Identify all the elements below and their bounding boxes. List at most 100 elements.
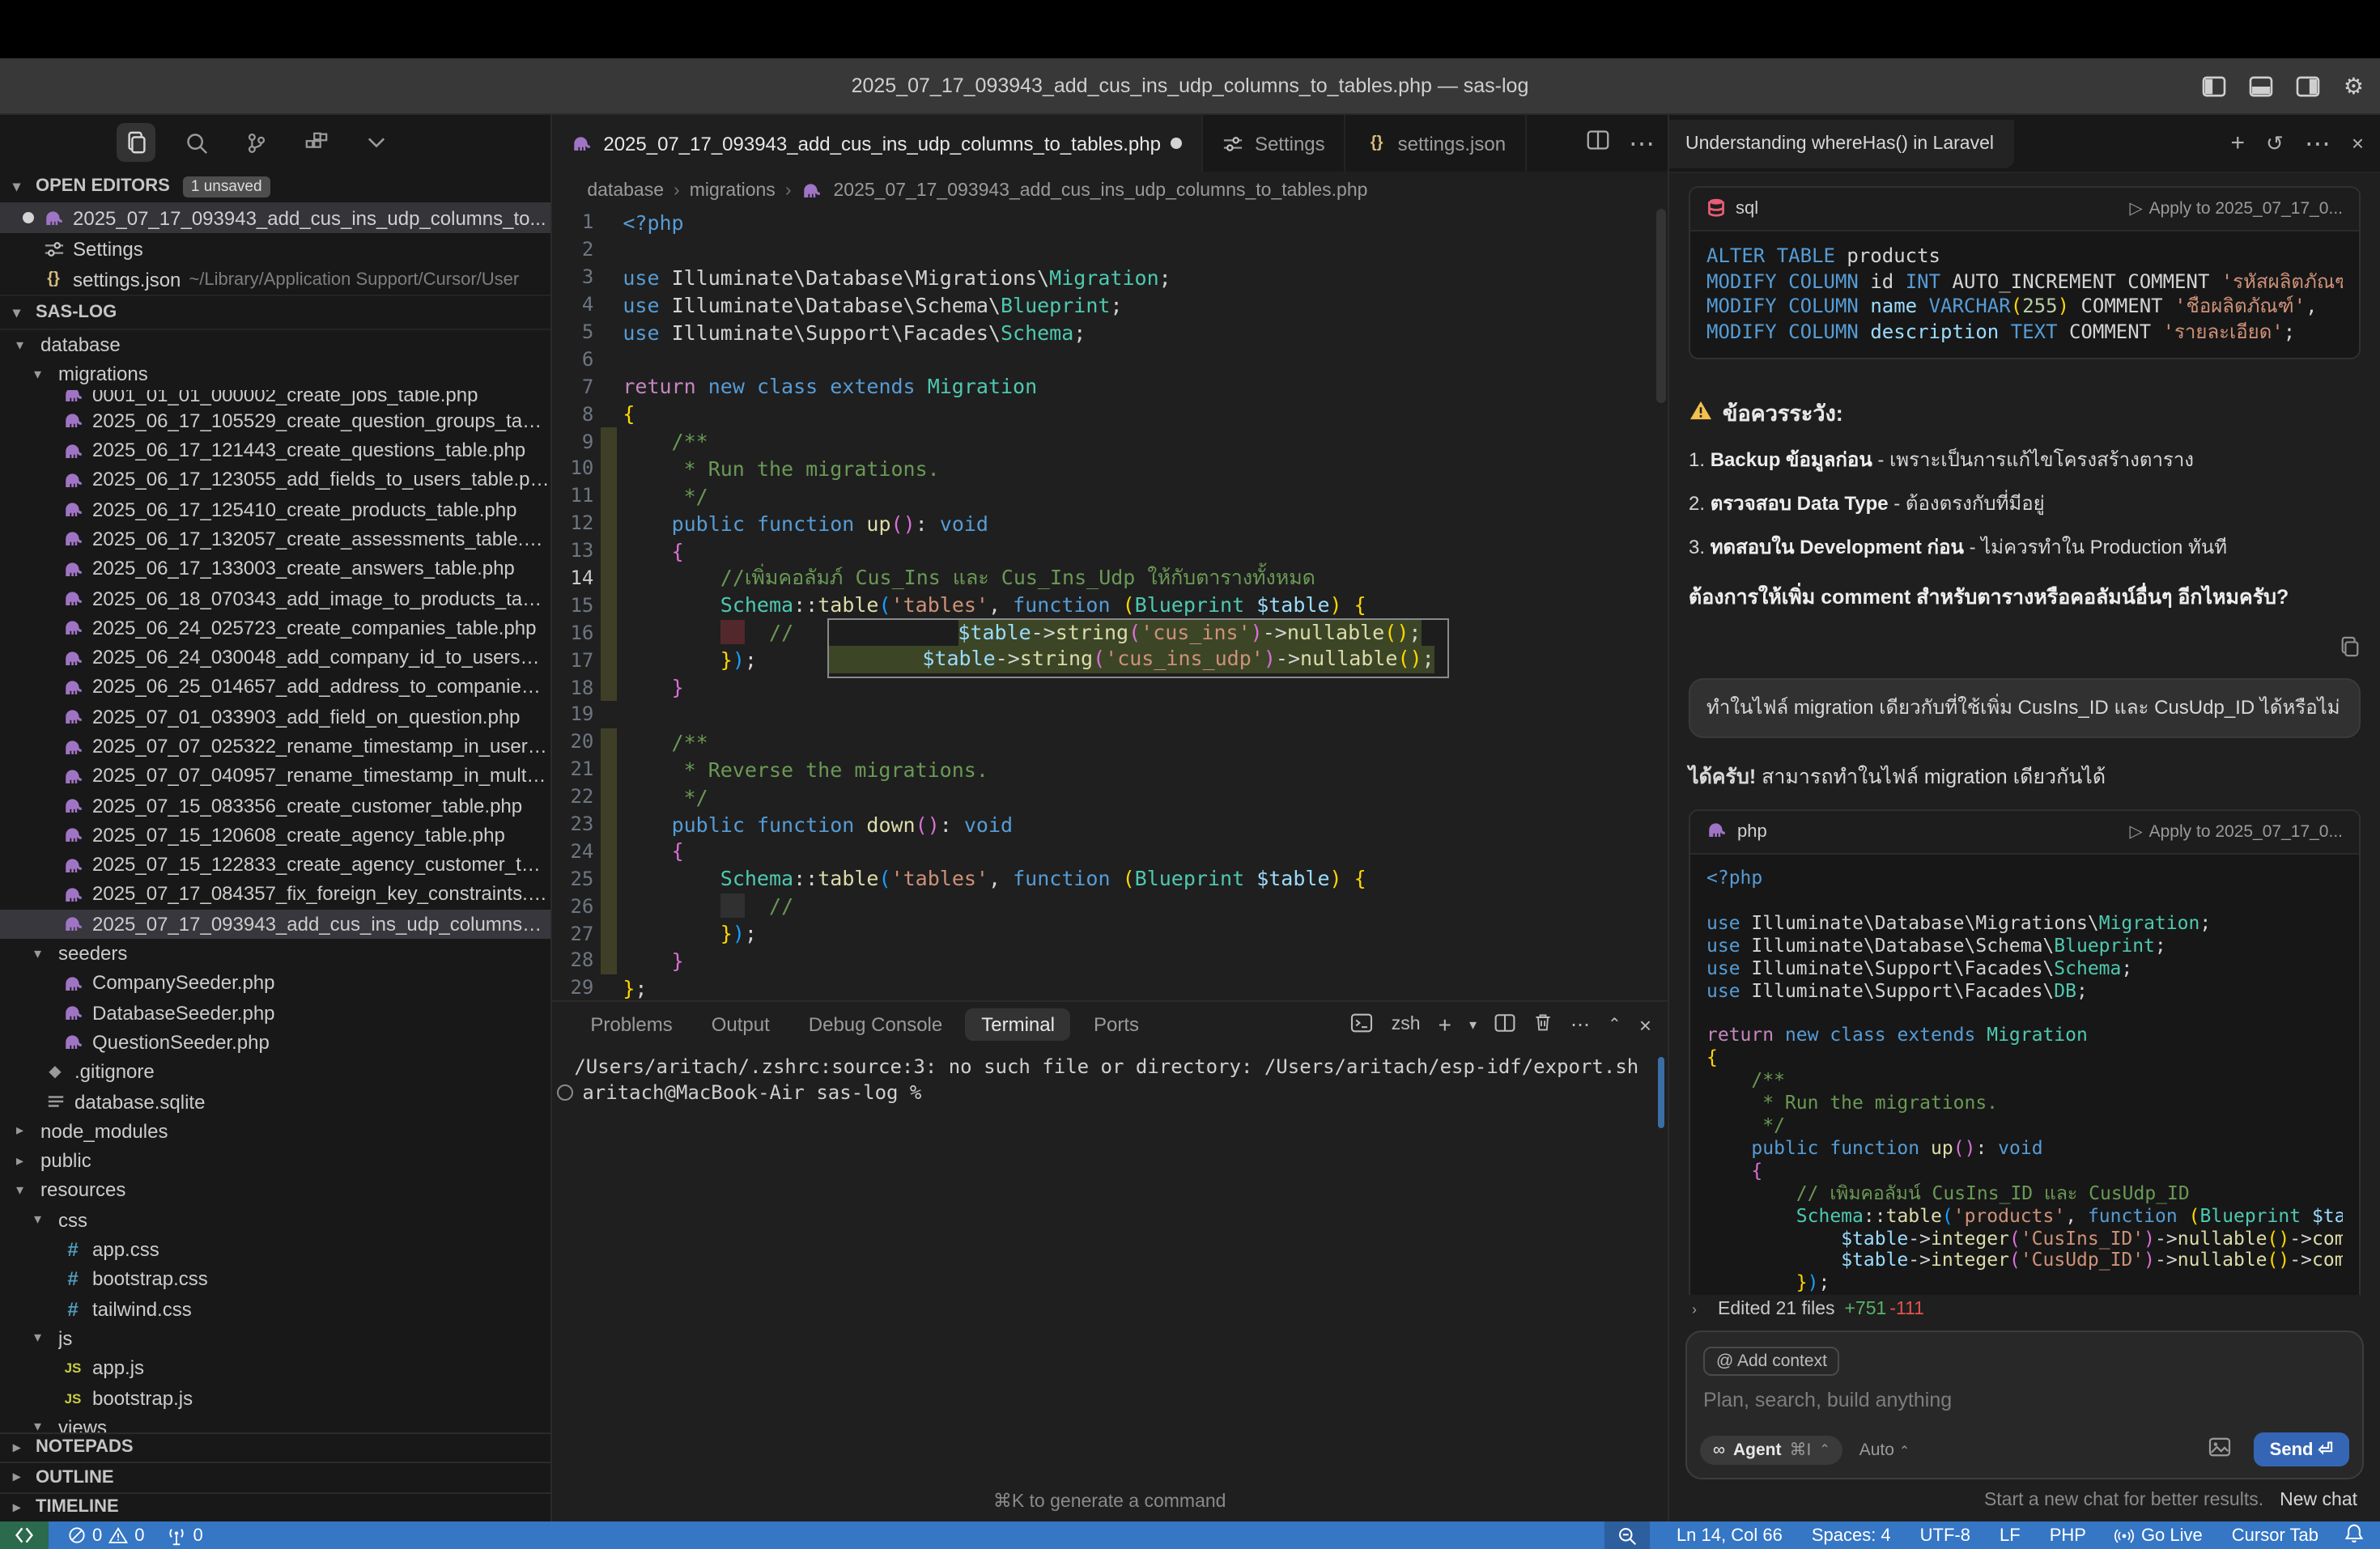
eol-sequence[interactable]: LF <box>1996 1521 2024 1549</box>
tree-file[interactable]: JSbootstrap.js <box>0 1383 550 1413</box>
code-line-29[interactable]: 29}; <box>551 974 1668 1000</box>
panel-tab-terminal[interactable]: Terminal <box>965 1008 1071 1041</box>
open-editors-header[interactable]: ▾ OPEN EDITORS 1 unsaved <box>0 170 550 202</box>
tree-file[interactable]: 2025_06_17_121443_create_questions_table… <box>0 435 550 465</box>
tree-file[interactable]: 2025_07_17_093943_add_cus_ins_udp_column… <box>0 909 550 939</box>
tree-file[interactable]: 2025_06_17_132057_create_assessments_tab… <box>0 524 550 554</box>
tree-file[interactable]: 2025_07_17_084357_fix_foreign_key_constr… <box>0 880 550 910</box>
code-line-7[interactable]: 7return new class extends Migration <box>551 373 1668 401</box>
cursor-tab-toggle[interactable]: Cursor Tab <box>2229 1521 2322 1549</box>
settings-gear-icon[interactable]: ⚙ <box>2344 72 2364 100</box>
maximize-panel-icon[interactable]: ⌃ <box>1608 1016 1621 1033</box>
code-line-8[interactable]: 8{ <box>551 400 1668 427</box>
tree-file[interactable]: 2025_06_24_025723_create_companies_table… <box>0 613 550 643</box>
section-header-notepads[interactable]: ▸NOTEPADS <box>0 1432 550 1462</box>
add-context-button[interactable]: @ Add context <box>1703 1347 1840 1376</box>
ai-inline-suggestion[interactable]: $table->string('cus_ins')->nullable();$t… <box>827 617 1448 679</box>
code-line-19[interactable]: 19 <box>551 701 1668 728</box>
remote-indicator[interactable] <box>0 1521 49 1549</box>
tree-file[interactable]: 0001_01_01_000002_create_jobs_table.php <box>0 389 550 405</box>
explorer-copy-icon[interactable] <box>117 123 155 162</box>
tree-folder-css[interactable]: ▾css <box>0 1205 550 1235</box>
breadcrumb-item[interactable]: migrations <box>690 180 776 200</box>
problems-indicator[interactable]: 0 0 <box>65 1521 148 1549</box>
search-icon[interactable] <box>176 123 215 162</box>
toggle-left-panel-icon[interactable] <box>2203 75 2227 96</box>
open-editor-item[interactable]: 2025_07_17_093943_add_cus_ins_udp_column… <box>0 202 550 233</box>
tree-file[interactable]: 2025_06_17_133003_create_answers_table.p… <box>0 554 550 584</box>
code-line-10[interactable]: 10 * Run the migrations. <box>551 455 1668 482</box>
source-control-icon[interactable] <box>236 123 275 162</box>
zoom-indicator-icon[interactable] <box>1605 1521 1651 1549</box>
new-chat-link[interactable]: New chat <box>2280 1491 2357 1510</box>
chat-messages[interactable]: sql ▷Apply to 2025_07_17_0... ALTER TABL… <box>1669 173 2380 1295</box>
model-selector[interactable]: Auto ⌃ <box>1859 1440 1910 1459</box>
tree-file[interactable]: 2025_06_25_014657_add_address_to_compani… <box>0 673 550 702</box>
close-panel-icon[interactable]: × <box>1639 1012 1651 1037</box>
code-line-21[interactable]: 21 * Reverse the migrations. <box>551 756 1668 783</box>
tree-file[interactable]: 2025_06_24_030048_add_company_id_to_user… <box>0 643 550 673</box>
close-chat-icon[interactable]: × <box>2352 131 2364 155</box>
kill-terminal-icon[interactable] <box>1533 1012 1553 1038</box>
editor-scrollbar[interactable] <box>1656 209 1666 403</box>
notifications-bell-icon[interactable] <box>2344 1522 2364 1548</box>
send-button[interactable]: Send ⏎ <box>2254 1432 2349 1466</box>
tree-file[interactable]: #bootstrap.css <box>0 1264 550 1294</box>
edited-files-row[interactable]: › Edited 21 files +751-111 <box>1669 1295 2380 1324</box>
open-editor-item[interactable]: Settings <box>0 233 550 264</box>
terminal-dropdown-icon[interactable]: ▾ <box>1469 1016 1477 1033</box>
chat-more-icon[interactable]: ⋯ <box>2305 127 2331 159</box>
tree-file[interactable]: 2025_06_17_125410_create_products_table.… <box>0 494 550 524</box>
code-line-2[interactable]: 2 <box>551 236 1668 264</box>
tree-file[interactable]: 2025_06_18_070343_add_image_to_products_… <box>0 584 550 613</box>
cursor-position[interactable]: Ln 14, Col 66 <box>1673 1521 1786 1549</box>
code-line-12[interactable]: 12 public function up(): void <box>551 510 1668 537</box>
tree-folder-database[interactable]: ▾database <box>0 330 550 360</box>
code-line-20[interactable]: 20 /** <box>551 728 1668 756</box>
copy-icon[interactable] <box>2340 636 2361 665</box>
tree-file[interactable]: 2025_07_07_025322_rename_timestamp_in_us… <box>0 732 550 762</box>
code-editor[interactable]: 1<?php23use Illuminate\Database\Migratio… <box>551 209 1668 1000</box>
tree-file[interactable]: 2025_07_15_083356_create_customer_table.… <box>0 791 550 821</box>
chat-history-icon[interactable]: ↺ <box>2266 130 2284 156</box>
breadcrumb-item[interactable]: 2025_07_17_093943_add_cus_ins_udp_column… <box>834 180 1368 200</box>
code-line-24[interactable]: 24 { <box>551 838 1668 865</box>
code-line-4[interactable]: 4use Illuminate\Database\Schema\Blueprin… <box>551 291 1668 318</box>
tree-folder-views[interactable]: ▾views <box>0 1412 550 1432</box>
more-actions-icon[interactable]: ⋯ <box>1629 127 1655 159</box>
code-line-25[interactable]: 25 Schema::table('tables', function (Blu… <box>551 865 1668 893</box>
open-editor-item[interactable]: {}settings.json~/Library/Application Sup… <box>0 264 550 295</box>
chat-input-box[interactable]: @ Add context Plan, search, build anythi… <box>1685 1330 2364 1479</box>
tree-file[interactable]: 2025_07_15_122833_create_agency_customer… <box>0 850 550 880</box>
panel-tab-output[interactable]: Output <box>695 1008 786 1041</box>
code-line-9[interactable]: 9 /** <box>551 427 1668 455</box>
toggle-right-panel-icon[interactable] <box>2297 75 2321 96</box>
new-chat-icon[interactable]: + <box>2230 129 2245 157</box>
code-line-11[interactable]: 11 */ <box>551 482 1668 510</box>
split-terminal-icon[interactable] <box>1494 1012 1515 1037</box>
section-header-outline[interactable]: ▸OUTLINE <box>0 1462 550 1492</box>
indentation[interactable]: Spaces: 4 <box>1808 1521 1894 1549</box>
code-line-27[interactable]: 27 }); <box>551 919 1668 947</box>
ports-indicator[interactable]: 0 <box>164 1521 206 1549</box>
agent-mode-selector[interactable]: ∞Agent⌘I⌃ <box>1700 1435 1843 1464</box>
project-section-header[interactable]: ▾ SAS-LOG <box>0 295 550 329</box>
breadcrumb-item[interactable]: database <box>587 180 664 200</box>
breadcrumb[interactable]: database›migrations›2025_07_17_093943_ad… <box>551 172 1668 209</box>
tree-folder-migrations[interactable]: ▾migrations <box>0 360 550 390</box>
terminal-output[interactable]: /Users/aritach/.zshrc:source:3: no such … <box>551 1047 1668 1106</box>
tree-file[interactable]: #app.css <box>0 1235 550 1265</box>
panel-more-icon[interactable]: ⋯ <box>1570 1013 1590 1036</box>
chat-input-placeholder[interactable]: Plan, search, build anything <box>1703 1389 2346 1411</box>
chat-tab[interactable]: Understanding whereHas() in Laravel <box>1669 119 2013 168</box>
editor-tab[interactable]: Settings <box>1203 115 1346 172</box>
code-line-13[interactable]: 13 { <box>551 537 1668 564</box>
code-line-28[interactable]: 28 } <box>551 947 1668 974</box>
code-line-3[interactable]: 3use Illuminate\Database\Migrations\Migr… <box>551 264 1668 291</box>
tree-file[interactable]: ◆.gitignore <box>0 1057 550 1087</box>
tree-file[interactable]: 2025_06_17_105529_create_question_groups… <box>0 405 550 435</box>
tree-folder-seeders[interactable]: ▾seeders <box>0 939 550 969</box>
code-line-22[interactable]: 22 */ <box>551 783 1668 810</box>
encoding[interactable]: UTF-8 <box>1917 1521 1974 1549</box>
tree-file[interactable]: DatabaseSeeder.php <box>0 998 550 1028</box>
